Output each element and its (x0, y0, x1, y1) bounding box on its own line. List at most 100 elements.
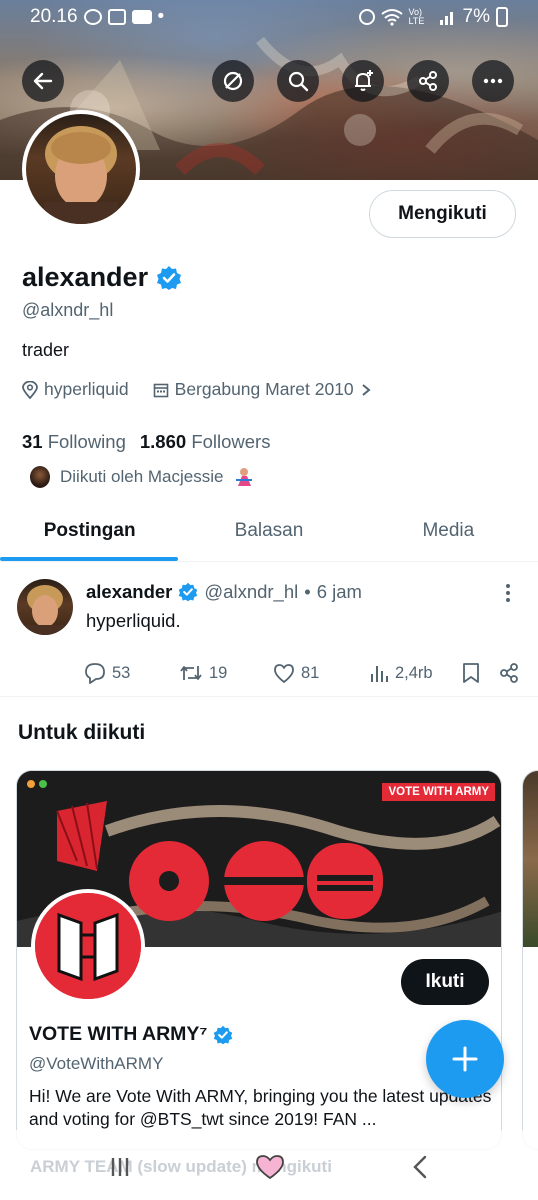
verified-badge-icon (179, 582, 198, 602)
tweet-avatar[interactable] (17, 579, 73, 635)
chevron-right-icon (362, 383, 371, 396)
follow-suggestion-button[interactable]: Ikuti (401, 959, 489, 1005)
share-icon[interactable] (498, 662, 520, 684)
status-time: 20.16 (30, 6, 78, 27)
emoji-icon (236, 468, 253, 486)
back-arrow-icon (33, 72, 53, 90)
alarm-status-icon (358, 9, 375, 25)
tab-replies[interactable]: Balasan (179, 500, 358, 561)
follower-avatar (30, 466, 50, 488)
retweet-count: 19 (209, 663, 228, 682)
wallet-status-icon (107, 9, 126, 25)
verified-badge-icon (214, 1025, 233, 1044)
back-nav-button[interactable] (400, 1150, 440, 1184)
retweet-action[interactable]: 19 (179, 662, 273, 684)
back-button[interactable] (22, 60, 64, 102)
profile-bio: trader (22, 340, 70, 360)
following-button[interactable]: Mengikuti (369, 190, 516, 238)
tweet-header: alexander @alxndr_hl • 6 jam (86, 581, 362, 603)
tweet-author-name[interactable]: alexander (86, 581, 172, 603)
status-bar: 20.16 • Vo) LTE 7% (0, 0, 538, 34)
views-action[interactable]: 2,4rb (369, 663, 462, 683)
tweet-text: hyperliquid. (86, 610, 181, 631)
notification-bell-icon (355, 70, 373, 91)
profile-meta: hyperliquid Bergabung Maret 2010 (22, 379, 396, 400)
tab-posts[interactable]: Postingan (0, 500, 179, 561)
tweet-more-icon[interactable] (498, 581, 518, 605)
tweet-time: 6 jam (316, 581, 362, 602)
youtube-status-icon (131, 10, 152, 24)
home-nav-icon (256, 1155, 284, 1180)
profile-display-name: alexander (22, 262, 182, 293)
tab-media[interactable]: Media (359, 500, 538, 561)
battery-level: 7% (462, 6, 490, 27)
profile-tabs: Postingan Balasan Media (0, 500, 538, 562)
joined-item[interactable]: Bergabung Maret 2010 (153, 379, 372, 400)
suggestion-card-partial[interactable] (522, 770, 538, 1150)
following-stat[interactable]: 31 Following (22, 431, 126, 453)
location-text: hyperliquid (44, 379, 129, 399)
bookmark-icon[interactable] (462, 662, 480, 684)
tweet-separator: • (304, 581, 311, 602)
search-icon (288, 71, 309, 92)
views-icon (371, 666, 388, 682)
whatsapp-status-icon (83, 9, 102, 25)
follow-stats: 31 Following 1.860 Followers (22, 431, 270, 453)
like-icon (274, 664, 294, 683)
suggestion-name-text: VOTE WITH ARMY⁷ (29, 1023, 208, 1045)
suggestion-avatar[interactable] (31, 889, 145, 1003)
compose-button[interactable] (426, 1020, 504, 1098)
reply-count: 53 (112, 663, 131, 682)
suggestion-avatar-image (35, 893, 141, 999)
followed-by-row[interactable]: Diikuti oleh Macjessie (30, 466, 255, 488)
calendar-icon (153, 383, 168, 397)
tweet-actions: 53 19 81 2,4rb (84, 662, 524, 684)
battery-icon (496, 7, 508, 27)
following-label: Following (47, 431, 126, 452)
location-item: hyperliquid (22, 379, 129, 400)
more-notifications-dot: • (157, 6, 165, 27)
signal-icon (439, 12, 453, 25)
reply-icon (85, 663, 105, 684)
followers-label: Followers (191, 431, 271, 452)
wifi-icon (380, 9, 403, 26)
views-count: 2,4rb (395, 663, 433, 682)
followers-stat[interactable]: 1.860 Followers (140, 431, 271, 453)
share-icon (419, 71, 437, 91)
location-icon (22, 380, 38, 399)
suggestion-banner-partial (523, 771, 538, 947)
suggestion-name: VOTE WITH ARMY⁷ (29, 1023, 233, 1046)
verified-badge-icon[interactable] (156, 265, 182, 291)
back-nav-icon (413, 1155, 427, 1179)
recents-nav-button[interactable] (100, 1150, 140, 1184)
following-count: 31 (22, 431, 43, 452)
suggestion-bio: Hi! We are Vote With ARMY, bringing you … (29, 1086, 492, 1129)
home-nav-button[interactable] (250, 1150, 290, 1184)
banner-tag: VOTE WITH ARMY (382, 783, 495, 801)
share-button[interactable] (407, 60, 449, 102)
recents-nav-icon (111, 1158, 129, 1176)
joined-text: Bergabung Maret 2010 (174, 379, 354, 399)
more-icon (483, 78, 503, 84)
search-button[interactable] (277, 60, 319, 102)
grok-button[interactable] (212, 60, 254, 102)
tweet[interactable]: alexander @alxndr_hl • 6 jam hyperliquid… (0, 563, 538, 697)
followers-count: 1.860 (139, 431, 187, 452)
suggestion-card[interactable]: VOTE WITH ARMY Ikuti VOTE WITH ARMY⁷ @Vo… (16, 770, 502, 1150)
who-to-follow-title: Untuk diikuti (18, 721, 146, 744)
tweet-author-handle: @alxndr_hl (204, 581, 299, 602)
notifications-button[interactable] (342, 60, 384, 102)
followed-by-text: Diikuti oleh Macjessie (60, 467, 224, 486)
suggestion-handle: @VoteWithARMY (29, 1054, 164, 1073)
more-options-button[interactable] (472, 60, 514, 102)
retweet-icon (180, 666, 202, 680)
profile-handle: @alxndr_hl (22, 300, 114, 320)
compose-plus-icon (452, 1046, 478, 1072)
avatar-image (26, 114, 136, 224)
like-count: 81 (301, 663, 320, 682)
network-type: Vo) LTE (408, 7, 425, 26)
like-action[interactable]: 81 (273, 663, 369, 683)
display-name-text: alexander (22, 262, 149, 292)
profile-avatar[interactable] (22, 110, 140, 228)
reply-action[interactable]: 53 (84, 662, 179, 684)
